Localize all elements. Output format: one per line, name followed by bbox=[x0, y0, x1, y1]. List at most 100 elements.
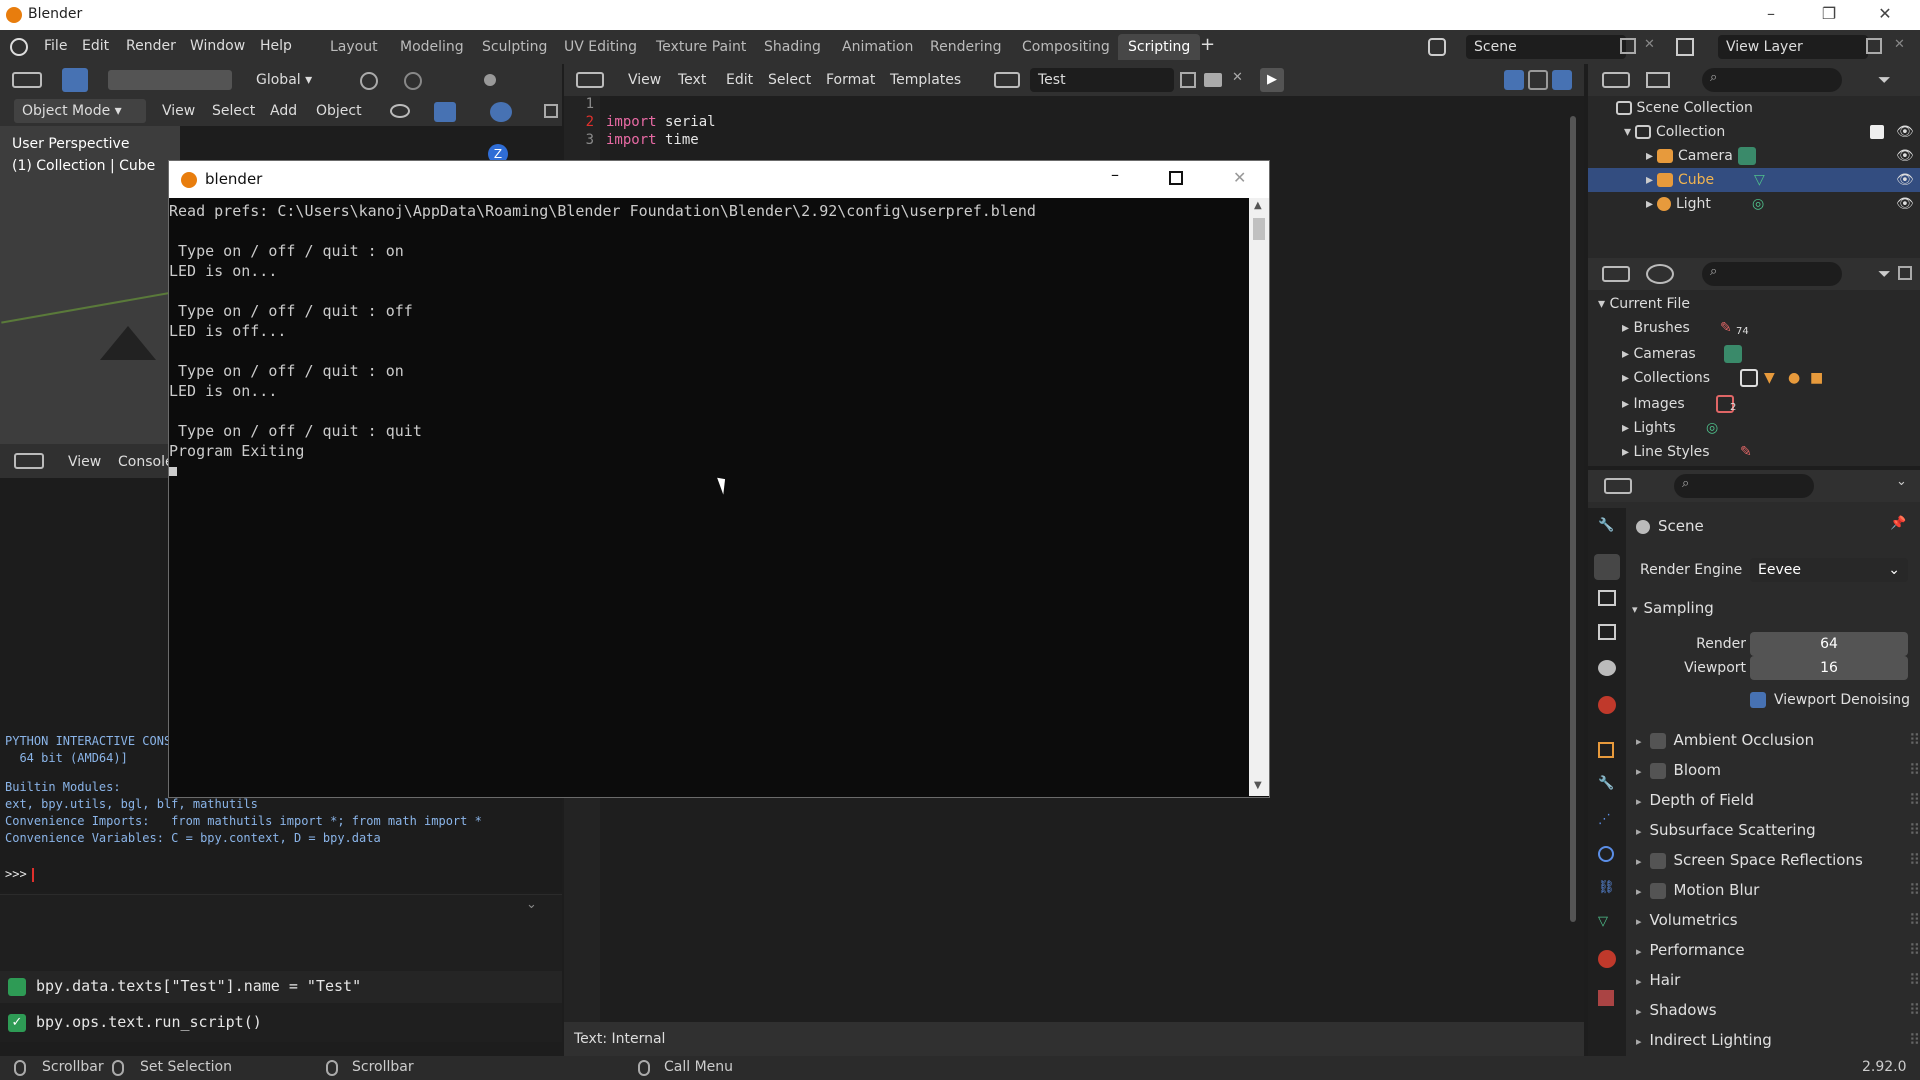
overlay-icon[interactable] bbox=[490, 102, 512, 122]
render-engine-dropdown[interactable]: Eevee ⌄ bbox=[1750, 558, 1908, 582]
viewport-menu-select[interactable]: Select bbox=[212, 99, 255, 123]
drag-handle-icon[interactable]: ⠿ bbox=[1909, 756, 1920, 784]
maximize-icon[interactable] bbox=[1169, 171, 1183, 185]
minimize-icon[interactable]: – bbox=[1111, 165, 1119, 184]
delete-view-layer-icon[interactable]: ✕ bbox=[1894, 37, 1905, 52]
snap-icon[interactable] bbox=[404, 72, 422, 90]
sampling-panel-header[interactable]: ▾ Sampling bbox=[1632, 594, 1918, 622]
run-script-icon[interactable]: ▶ bbox=[1260, 68, 1284, 92]
console-menu-view[interactable]: View bbox=[68, 450, 101, 474]
panel-depth-of-field[interactable]: ▸ Depth of Field ⠿ bbox=[1636, 786, 1920, 814]
line-numbers-toggle-icon[interactable] bbox=[1504, 70, 1524, 90]
text-menu-edit[interactable]: Edit bbox=[726, 68, 753, 92]
checkbox-icon[interactable] bbox=[1649, 762, 1666, 779]
drag-handle-icon[interactable]: ⠿ bbox=[1909, 726, 1920, 754]
text-name-field[interactable]: Test bbox=[1030, 68, 1174, 92]
code-line[interactable]: import time bbox=[606, 132, 699, 148]
pivot-icon[interactable] bbox=[360, 72, 378, 90]
material-tab-icon[interactable] bbox=[1598, 950, 1616, 968]
tab-rendering[interactable]: Rendering bbox=[920, 34, 1012, 60]
outliner-search-input[interactable]: ⌕ bbox=[1702, 68, 1842, 92]
tab-sculpting[interactable]: Sculpting bbox=[472, 34, 557, 60]
outliner-editor-icon[interactable] bbox=[1602, 72, 1630, 88]
outliner-item-light[interactable]: ▸ Light ◎ 👁 bbox=[1588, 192, 1920, 216]
panel-hair[interactable]: ▸ Hair ⠿ bbox=[1636, 966, 1920, 994]
visibility-icon[interactable] bbox=[390, 104, 410, 118]
blend-item-cameras[interactable]: ▸ Cameras bbox=[1588, 342, 1920, 366]
properties-search-input[interactable]: ⌕ bbox=[1674, 474, 1814, 498]
blend-editor-icon[interactable] bbox=[1602, 266, 1630, 282]
menu-window[interactable]: Window bbox=[190, 38, 245, 54]
editor-type-icon[interactable] bbox=[12, 72, 42, 88]
scene-selector-icon[interactable] bbox=[1428, 38, 1446, 56]
chevron-down-icon[interactable]: ⌄ bbox=[1896, 474, 1907, 489]
output-tab-icon[interactable] bbox=[1598, 590, 1616, 606]
close-icon[interactable]: ✕ bbox=[1233, 168, 1246, 187]
tab-modeling[interactable]: Modeling bbox=[390, 34, 474, 60]
viewport-menu-object[interactable]: Object bbox=[316, 99, 362, 123]
console-output[interactable]: Read prefs: C:\Users\kanoj\AppData\Roami… bbox=[169, 198, 1249, 796]
gizmo-icon[interactable] bbox=[434, 102, 456, 122]
console-window-titlebar[interactable]: blender – ✕ bbox=[169, 161, 1269, 198]
blend-item-lights[interactable]: ▸ Lights ◎ bbox=[1588, 416, 1920, 440]
eye-icon[interactable]: 👁 bbox=[1896, 120, 1914, 144]
add-workspace-icon[interactable]: + bbox=[1200, 34, 1215, 55]
drag-handle-icon[interactable]: ⠿ bbox=[1909, 906, 1920, 934]
drag-handle-icon[interactable]: ⠿ bbox=[1909, 1026, 1920, 1054]
text-menu-view[interactable]: View bbox=[628, 68, 661, 92]
text-menu-format[interactable]: Format bbox=[826, 68, 875, 92]
constraints-tab-icon[interactable]: ⛓ bbox=[1598, 880, 1615, 895]
drag-handle-icon[interactable]: ⠿ bbox=[1909, 966, 1920, 994]
light-data-icon[interactable]: ◎ bbox=[1752, 192, 1764, 216]
outliner-item-camera[interactable]: ▸ Camera 👁 bbox=[1588, 144, 1920, 168]
panel-screen-space-reflections[interactable]: ▸ Screen Space Reflections ⠿ bbox=[1636, 846, 1920, 874]
blend-item-collections[interactable]: ▸ Collections ▼ ● ■ bbox=[1588, 366, 1920, 390]
orientation-dropdown[interactable]: Global ▾ bbox=[256, 68, 312, 92]
tab-compositing[interactable]: Compositing bbox=[1012, 34, 1120, 60]
text-menu-select[interactable]: Select bbox=[768, 68, 811, 92]
tab-uv-editing[interactable]: UV Editing bbox=[554, 34, 647, 60]
new-view-layer-icon[interactable] bbox=[1866, 38, 1882, 54]
checkbox-icon[interactable] bbox=[1649, 852, 1666, 869]
menu-file[interactable]: File bbox=[44, 38, 67, 54]
info-row[interactable]: bpy.data.texts["Test"].name = "Test" bbox=[0, 971, 562, 1003]
text-datablock-icon[interactable] bbox=[994, 72, 1020, 88]
open-text-icon[interactable] bbox=[1204, 73, 1222, 87]
panel-shadows[interactable]: ▸ Shadows ⠿ bbox=[1636, 996, 1920, 1024]
blend-current-file[interactable]: ▾ Current File bbox=[1588, 292, 1920, 316]
console-editor-icon[interactable] bbox=[14, 453, 44, 469]
drag-handle-icon[interactable]: ⠿ bbox=[1909, 936, 1920, 964]
text-menu-text[interactable]: Text bbox=[678, 68, 706, 92]
tab-shading[interactable]: Shading bbox=[754, 34, 831, 60]
view-layer-icon[interactable] bbox=[1676, 38, 1694, 56]
drag-handle-icon[interactable]: ⠿ bbox=[1909, 876, 1920, 904]
scroll-down-icon[interactable]: ▼ bbox=[1254, 780, 1262, 791]
filter-icon[interactable]: ⏷ bbox=[1878, 264, 1891, 284]
checkbox-icon[interactable] bbox=[1649, 732, 1666, 749]
scroll-thumb[interactable] bbox=[1253, 218, 1265, 240]
outliner-item-collection[interactable]: ▾ Collection 👁 bbox=[1588, 120, 1920, 144]
panel-subsurface-scattering[interactable]: ▸ Subsurface Scattering ⠿ bbox=[1636, 816, 1920, 844]
restore-icon[interactable]: ❐ bbox=[1806, 0, 1852, 30]
tab-texture-paint[interactable]: Texture Paint bbox=[646, 34, 756, 60]
mesh-data-icon[interactable]: ▽ bbox=[1754, 168, 1765, 192]
code-line[interactable]: import serial bbox=[606, 114, 716, 130]
collapse-chevron-icon[interactable]: ⌄ bbox=[526, 897, 537, 912]
mode-dropdown[interactable]: Object Mode ▾ bbox=[14, 99, 146, 123]
blend-item-line-styles[interactable]: ▸ Line Styles ✎ bbox=[1588, 440, 1920, 464]
eye-icon[interactable]: 👁 bbox=[1896, 168, 1914, 192]
console-scrollbar[interactable]: ▲ ▼ bbox=[1249, 198, 1269, 796]
drag-handle-icon[interactable]: ⠿ bbox=[1909, 786, 1920, 814]
render-tab-icon[interactable] bbox=[1594, 554, 1620, 580]
pin-icon[interactable]: 📌 bbox=[1890, 516, 1906, 531]
camera-data-icon[interactable] bbox=[1738, 147, 1756, 165]
syntax-highlight-toggle-icon[interactable] bbox=[1552, 70, 1572, 90]
view-layer-tab-icon[interactable] bbox=[1598, 624, 1616, 640]
xray-icon[interactable] bbox=[544, 104, 558, 118]
scroll-up-icon[interactable]: ▲ bbox=[1254, 200, 1262, 211]
properties-editor-icon[interactable] bbox=[1604, 478, 1632, 494]
physics-tab-icon[interactable] bbox=[1598, 846, 1614, 862]
panel-volumetrics[interactable]: ▸ Volumetrics ⠿ bbox=[1636, 906, 1920, 934]
object-tab-icon[interactable] bbox=[1598, 742, 1614, 758]
exclude-checkbox[interactable] bbox=[1870, 125, 1884, 139]
